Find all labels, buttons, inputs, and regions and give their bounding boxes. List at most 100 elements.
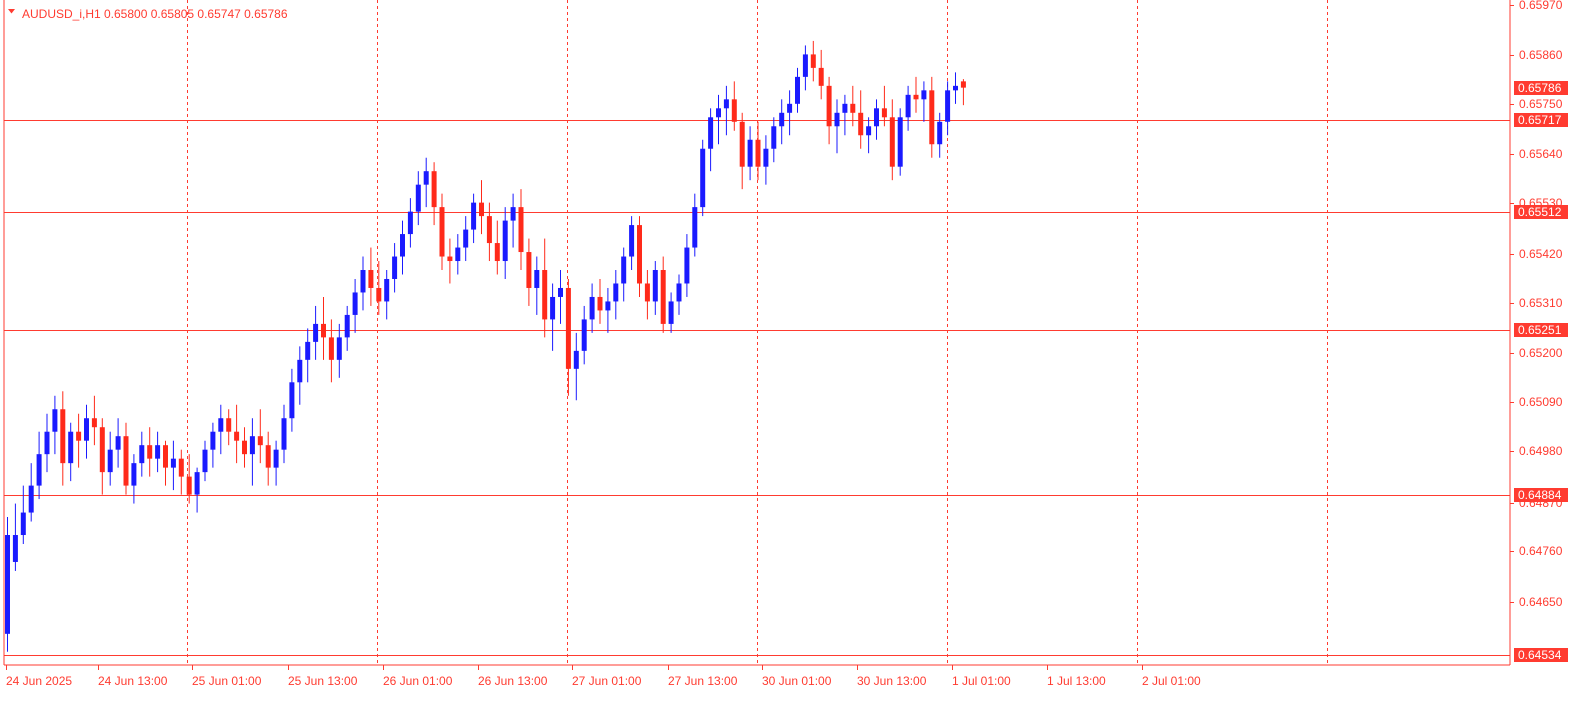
candle-body-40 [321, 323, 326, 338]
time-label-4: 26 Jun 01:00 [383, 674, 453, 688]
candle-body-32 [257, 436, 263, 446]
candle-body-41 [328, 337, 334, 360]
candle-body-93 [739, 121, 745, 167]
price-label-7: 0.65200 [1519, 346, 1563, 360]
time-label-0: 24 Jun 2025 [6, 674, 72, 688]
symbol-label: AUDUSD_i,H1 [22, 7, 101, 21]
candle-body-107 [850, 103, 856, 113]
candle-body-25 [202, 449, 208, 473]
ohlc-label: 0.65800 0.65805 0.65747 0.65786 [104, 7, 288, 21]
level-tag-label-0: 0.65717 [1518, 113, 1562, 127]
candle-body-6 [52, 409, 58, 432]
candle-body-101 [802, 54, 808, 77]
time-label-7: 27 Jun 13:00 [668, 674, 738, 688]
candle-body-111 [881, 108, 887, 118]
candle-body-51 [407, 211, 413, 235]
candle-body-89 [708, 117, 714, 149]
candle-body-10 [84, 418, 89, 441]
candle-body-35 [281, 418, 287, 450]
candle-body-116 [921, 90, 927, 100]
price-label-6: 0.65310 [1519, 296, 1563, 310]
candle-body-66 [526, 252, 532, 288]
candle-body-97 [771, 126, 777, 149]
candle-body-106 [842, 103, 848, 113]
candle-body-96 [763, 148, 769, 167]
candle-body-54 [431, 171, 437, 208]
candle-body-44 [352, 292, 358, 315]
price-label-3: 0.65640 [1519, 147, 1563, 161]
candle-body-60 [479, 202, 484, 217]
level-tag-label-3: 0.64884 [1518, 488, 1562, 502]
time-label-1: 24 Jun 13:00 [98, 674, 168, 688]
candle-body-16 [131, 463, 137, 486]
candle-body-30 [242, 440, 247, 455]
candle-body-22 [178, 458, 184, 477]
candle-body-87 [692, 207, 698, 248]
candle-body-5 [44, 431, 50, 455]
candle-body-59 [471, 202, 477, 230]
candle-body-109 [866, 126, 872, 136]
price-label-2: 0.65750 [1519, 97, 1563, 111]
candle-body-110 [874, 108, 879, 127]
candle-body-55 [439, 207, 445, 257]
price-label-0: 0.65970 [1519, 0, 1563, 12]
candle-body-34 [273, 449, 279, 468]
candle-body-37 [297, 359, 303, 383]
candle-body-38 [305, 341, 311, 360]
candle-body-115 [913, 94, 919, 100]
candle-body-12 [99, 427, 105, 473]
time-label-2: 25 Jun 01:00 [192, 674, 262, 688]
level-tag-label-1: 0.65512 [1518, 205, 1562, 219]
time-label-6: 27 Jun 01:00 [572, 674, 642, 688]
candle-body-19 [155, 445, 161, 459]
candle-body-21 [170, 458, 176, 468]
candle-body-121 [960, 81, 966, 88]
candle-body-80 [637, 225, 642, 284]
candle-body-67 [534, 270, 540, 288]
candle-body-63 [502, 220, 508, 262]
candle-body-113 [897, 117, 903, 167]
candle-body-50 [400, 234, 405, 257]
price-label-12: 0.64650 [1519, 595, 1563, 609]
candle-body-7 [60, 409, 66, 464]
candle-body-90 [716, 108, 721, 118]
candle-body-24 [194, 472, 200, 495]
candle-body-114 [905, 94, 911, 118]
candle-body-28 [226, 418, 232, 432]
candle-body-4 [36, 454, 42, 486]
time-label-3: 25 Jun 13:00 [288, 674, 358, 688]
candle-body-39 [313, 323, 319, 342]
candle-body-71 [565, 287, 571, 369]
candle-body-100 [795, 76, 800, 104]
chart-background [0, 0, 1586, 703]
candle-body-57 [455, 247, 461, 262]
candle-body-78 [621, 256, 627, 284]
price-label-11: 0.64760 [1519, 544, 1563, 558]
candle-body-58 [463, 229, 469, 248]
candle-body-13 [107, 449, 113, 473]
chart-window[interactable]: 0.65970 0.65860 0.65750 0.65640 0.65530 0.654… [0, 0, 1586, 703]
candle-body-62 [494, 243, 500, 262]
candle-body-36 [289, 382, 295, 419]
candle-body-17 [139, 445, 145, 464]
candle-body-91 [723, 99, 729, 109]
candle-body-88 [700, 148, 706, 208]
candle-body-95 [755, 139, 761, 167]
candle-body-72 [573, 350, 579, 369]
candlestick-chart[interactable]: 0.659700.658600.657500.656400.655300.654… [0, 0, 1586, 703]
candle-body-92 [731, 99, 737, 122]
candle-body-102 [810, 54, 816, 68]
candle-body-82 [652, 270, 658, 302]
chart-header: AUDUSD_i,H1 0.65800 0.65805 0.65747 0.65… [8, 7, 288, 21]
candle-body-76 [605, 301, 611, 311]
candle-body-33 [265, 445, 271, 468]
time-label-9: 30 Jun 13:00 [857, 674, 927, 688]
time-label-11: 1 Jul 13:00 [1047, 674, 1106, 688]
candle-body-74 [589, 296, 595, 320]
candle-body-48 [384, 278, 390, 302]
candle-body-20 [163, 445, 168, 468]
candle-body-75 [597, 296, 603, 311]
candle-body-79 [629, 225, 635, 257]
candle-body-43 [344, 314, 350, 338]
candle-body-120 [953, 85, 958, 91]
